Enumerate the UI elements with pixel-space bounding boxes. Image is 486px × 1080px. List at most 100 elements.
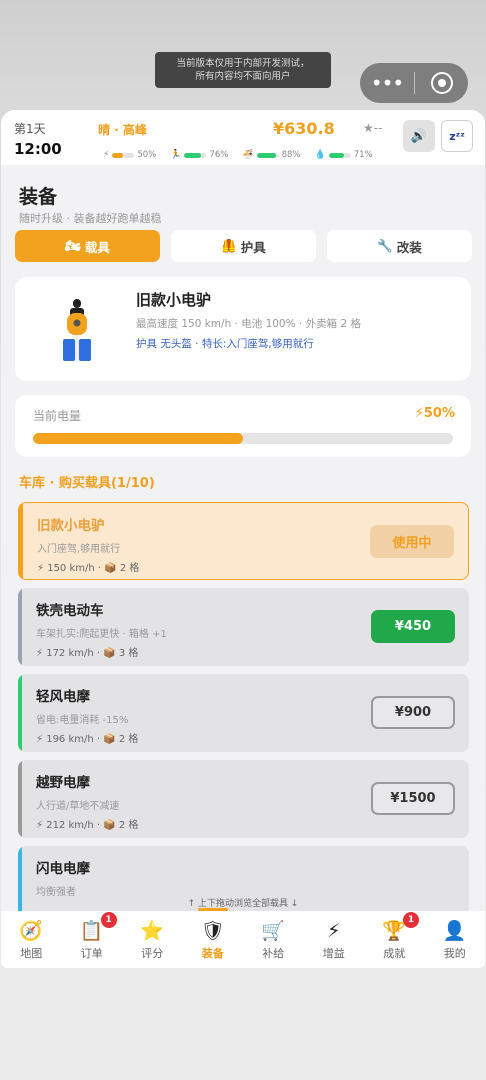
scroll-hint: ↑ 上下拖动浏览全部载具 ↓ [187, 899, 299, 909]
tabbar-item-trophy[interactable]: 🏆 成就 1 [364, 911, 425, 968]
battery-label: 当前电量 [33, 409, 82, 423]
vehicle-name: 越野电摩 [36, 775, 90, 791]
current-vehicle-stats: 最高速度 150 km/h · 电池 100% · 外卖箱 2 格 [136, 318, 361, 330]
motorcycle-icon: 🏍 [65, 238, 81, 253]
tabbar-item-clipboard[interactable]: 📋 订单 1 [62, 911, 123, 968]
vehicle-name: 铁壳电动车 [36, 603, 104, 619]
tab-label: 改装 [396, 239, 422, 255]
tabbar-label: 评分 [141, 947, 164, 960]
tabbar-item-person[interactable]: 👤 我的 [425, 911, 486, 968]
tab-label: 载具 [84, 239, 110, 255]
current-vehicle-tags: 护具 无头盔 · 特长:入门座驾,够用就行 [136, 338, 314, 350]
money-balance: ¥630.8 [273, 119, 335, 138]
notification-badge: 1 [403, 912, 419, 928]
battery-progress-bar [33, 433, 453, 444]
buy-button[interactable]: ¥900 [371, 696, 455, 729]
shield-icon: 🛡 [200, 920, 225, 942]
vehicle-description: 车架扎实:爬起更快 · 箱格 +1 [36, 629, 167, 640]
tab-protective-gear[interactable]: 🦺 护具 [171, 230, 316, 262]
tabbar-item-lightning[interactable]: ⚡ 增益 [304, 911, 365, 968]
person-icon: 👤 [442, 920, 467, 942]
weather-status: 晴 · 高峰 [98, 123, 147, 137]
app-window: 第1天 12:00 晴 · 高峰 ¥630.8 ★-- 🔊 zᶻᶻ ⚡ 50% 🏃 7… [1, 110, 485, 968]
tab-vehicle[interactable]: 🏍 载具 [15, 230, 160, 262]
vehicle-description: 省电:电量消耗 -15% [36, 715, 129, 726]
tabbar-item-cart[interactable]: 🛒 补给 [243, 911, 304, 968]
garage-title: 车库 · 购买载具(1/10) [19, 476, 155, 491]
sleep-button[interactable]: zᶻᶻ [441, 120, 473, 152]
cart-icon: 🛒 [261, 920, 286, 942]
tabbar-item-compass[interactable]: 🧭 地图 [1, 911, 62, 968]
battery-progress-fill [33, 433, 243, 444]
meter-bar [328, 152, 351, 158]
tabbar-label: 我的 [443, 947, 466, 960]
item-color-stripe [19, 503, 23, 579]
close-miniprogram-icon[interactable] [415, 72, 468, 94]
scooter-rider-icon [63, 299, 91, 361]
bottom-tab-bar: 🧭 地图 📋 订单 1 ⭐ 评分 🛡 装备 🛒 补给 ⚡ 增益 🏆 成就 1 👤 我的 [1, 911, 485, 968]
miniprogram-capsule: ••• [360, 63, 468, 103]
vehicle-specs: ⚡ 172 km/h · 📦 3 格 [36, 648, 139, 659]
vehicle-list-item[interactable]: 铁壳电动车车架扎实:爬起更快 · 箱格 +1 ⚡ 172 km/h · 📦 3 格… [18, 588, 469, 666]
lightning-icon: ⚡ [327, 920, 341, 942]
meter-value: 88% [281, 150, 301, 160]
battery-value: ⚡50% [414, 406, 455, 421]
in-use-button[interactable]: 使用中 [370, 525, 454, 558]
tabbar-item-shield[interactable]: 🛡 装备 [183, 911, 244, 968]
tabbar-item-star[interactable]: ⭐ 评分 [122, 911, 183, 968]
vehicle-name: 旧款小电驴 [37, 518, 105, 534]
meter-value: 71% [353, 150, 373, 160]
vehicle-name: 轻风电摩 [36, 689, 90, 705]
sleep-zzz-icon: zᶻᶻ [449, 129, 465, 143]
water-drop-icon: 💧 [314, 150, 326, 160]
tab-modify[interactable]: 🔧 改装 [327, 230, 472, 262]
meter-bar [184, 152, 207, 158]
current-vehicle-card: 旧款小电驴 最高速度 150 km/h · 电池 100% · 外卖箱 2 格 … [15, 277, 471, 381]
lightning-icon: ⚡ [103, 150, 110, 160]
buy-button[interactable]: ¥450 [371, 610, 455, 643]
status-meters: ⚡ 50% 🏃 76% 🍜 88% 💧 71% [103, 150, 373, 160]
vehicle-list-item[interactable]: 旧款小电驴入门座驾,够用就行 ⚡ 150 km/h · 📦 2 格 使用中 [18, 502, 469, 580]
status-meter: ⚡ 50% [103, 150, 156, 160]
meter-value: 50% [137, 150, 157, 160]
compass-icon: 🧭 [19, 920, 44, 942]
tabbar-label: 装备 [201, 947, 224, 960]
status-meter: 🏃 76% [170, 150, 228, 160]
status-meter: 💧 71% [314, 150, 372, 160]
sound-toggle-button[interactable]: 🔊 [403, 120, 435, 152]
buy-button[interactable]: ¥1500 [371, 782, 455, 815]
rating-stars: ★-- [363, 121, 383, 135]
speaker-icon: 🔊 [410, 128, 428, 144]
dev-notice-line2: 所有内容均不面向用户 [195, 71, 291, 82]
tabbar-label: 订单 [80, 947, 103, 960]
vehicle-specs: ⚡ 212 km/h · 📦 2 格 [36, 820, 139, 831]
vehicle-description: 人行道/草地不减速 [36, 801, 120, 812]
game-status-bar: 第1天 12:00 晴 · 高峰 ¥630.8 ★-- 🔊 zᶻᶻ ⚡ 50% 🏃 7… [1, 110, 485, 165]
item-color-stripe [18, 760, 22, 838]
tabbar-label: 地图 [20, 947, 43, 960]
page-subtitle: 随时升级 · 装备越好跑单越稳 [19, 212, 162, 225]
tab-label: 护具 [240, 239, 266, 255]
vehicle-specs: ⚡ 196 km/h · 📦 2 格 [36, 734, 139, 745]
vehicle-list-item[interactable]: 轻风电摩省电:电量消耗 -15% ⚡ 196 km/h · 📦 2 格 ¥900 [18, 674, 469, 752]
tabbar-label: 增益 [322, 947, 345, 960]
item-color-stripe [18, 588, 22, 666]
vehicle-specs: ⚡ 150 km/h · 📦 2 格 [37, 563, 140, 574]
tabbar-label: 补给 [262, 947, 285, 960]
day-counter: 第1天 [14, 122, 46, 136]
tabbar-label: 成就 [383, 947, 406, 960]
vehicle-name: 闪电电摩 [36, 861, 90, 877]
meter-value: 76% [209, 150, 229, 160]
wrench-icon: 🔧 [377, 238, 393, 253]
game-clock: 12:00 [14, 140, 62, 158]
more-options-icon[interactable]: ••• [360, 63, 414, 103]
vehicle-description: 入门座驾,够用就行 [37, 544, 121, 555]
current-vehicle-name: 旧款小电驴 [136, 291, 212, 309]
vehicle-list-item[interactable]: 越野电摩人行道/草地不减速 ⚡ 212 km/h · 📦 2 格 ¥1500 [18, 760, 469, 838]
safety-vest-icon: 🦺 [221, 238, 237, 253]
dev-notice-toast: 当前版本仅用于内部开发测试， 所有内容均不面向用户 [155, 52, 331, 88]
star-icon: ⭐ [140, 920, 165, 942]
equipment-tabs: 🏍 载具 🦺 护具 🔧 改装 [15, 230, 472, 262]
dev-notice-line1: 当前版本仅用于内部开发测试， [176, 58, 310, 69]
notification-badge: 1 [100, 912, 117, 928]
